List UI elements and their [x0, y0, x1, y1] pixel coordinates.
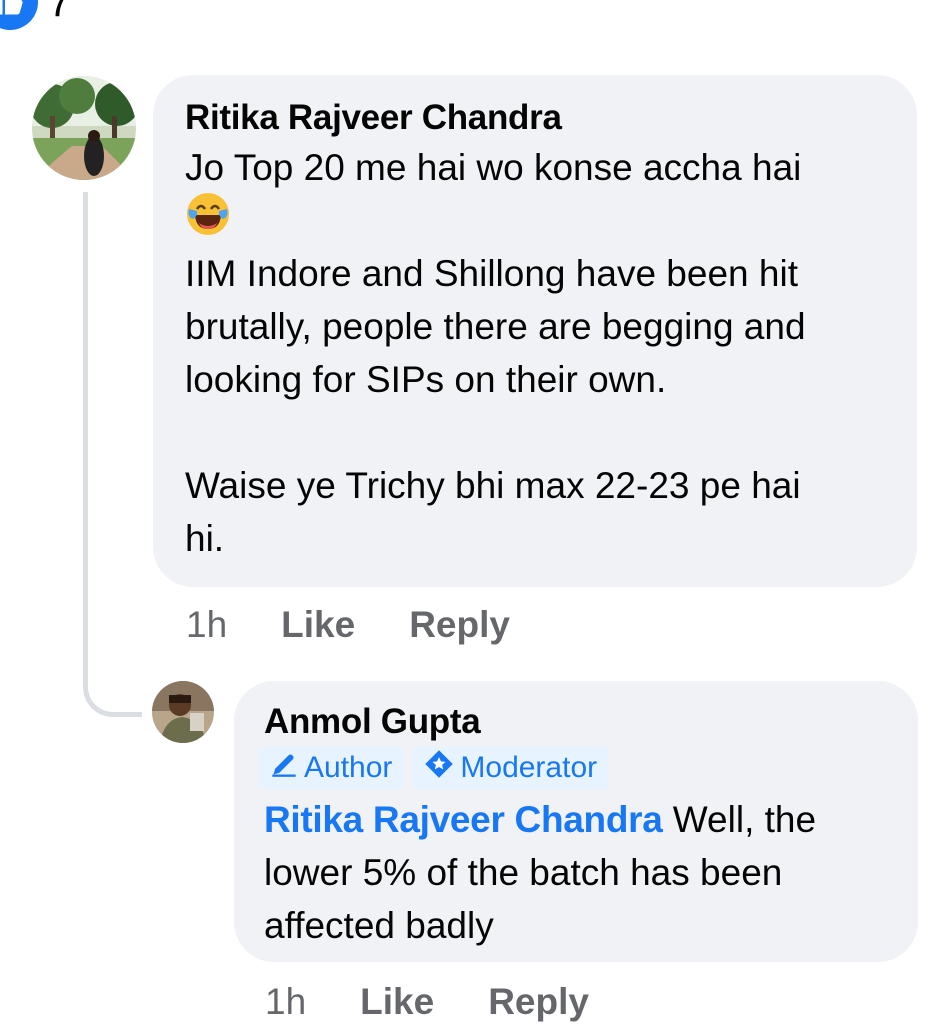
avatar[interactable] — [32, 76, 136, 180]
comment-paragraph: Jo Top 20 me hai wo konse accha hai — [185, 147, 802, 188]
moderator-badge[interactable]: Moderator — [412, 747, 610, 789]
comment-actions: 1h Like Reply — [265, 981, 643, 1023]
like-icon — [0, 0, 38, 30]
comment-author[interactable]: Anmol Gupta — [264, 699, 888, 745]
comment-timestamp[interactable]: 1h — [265, 981, 306, 1023]
comment-timestamp[interactable]: 1h — [186, 604, 227, 646]
avatar[interactable] — [152, 681, 214, 743]
reply-button[interactable]: Reply — [409, 604, 510, 646]
laughing-tears-emoji-icon — [185, 191, 231, 251]
reaction-summary[interactable]: 7 — [0, 0, 71, 32]
reply-thread-line — [83, 192, 142, 717]
comment-actions: 1h Like Reply — [186, 604, 564, 646]
comment-text: Ritika Rajveer Chandra Well, the lower 5… — [264, 793, 888, 952]
like-button[interactable]: Like — [281, 604, 355, 646]
pencil-icon — [270, 750, 298, 786]
reply-button[interactable]: Reply — [488, 981, 589, 1023]
comment-author[interactable]: Ritika Rajveer Chandra — [185, 95, 887, 141]
comment-bubble: Ritika Rajveer Chandra Jo Top 20 me hai … — [153, 75, 917, 587]
comment-paragraph: IIM Indore and Shillong have been hit br… — [185, 253, 806, 400]
badge-label: Author — [304, 751, 393, 784]
reply-bubble: Anmol Gupta Author Moderator Ritika Rajv… — [234, 681, 918, 962]
comment-text: Jo Top 20 me hai wo konse accha hai IIM … — [185, 141, 887, 565]
reaction-count: 7 — [48, 0, 72, 25]
author-badge[interactable]: Author — [258, 747, 405, 789]
badge-label: Moderator — [460, 751, 598, 784]
comment-paragraph: Waise ye Trichy bhi max 22-23 pe hai hi. — [185, 465, 801, 559]
shield-star-icon — [424, 749, 454, 787]
like-button[interactable]: Like — [360, 981, 434, 1023]
mention-link[interactable]: Ritika Rajveer Chandra — [264, 799, 663, 840]
author-badges: Author Moderator — [258, 747, 888, 789]
